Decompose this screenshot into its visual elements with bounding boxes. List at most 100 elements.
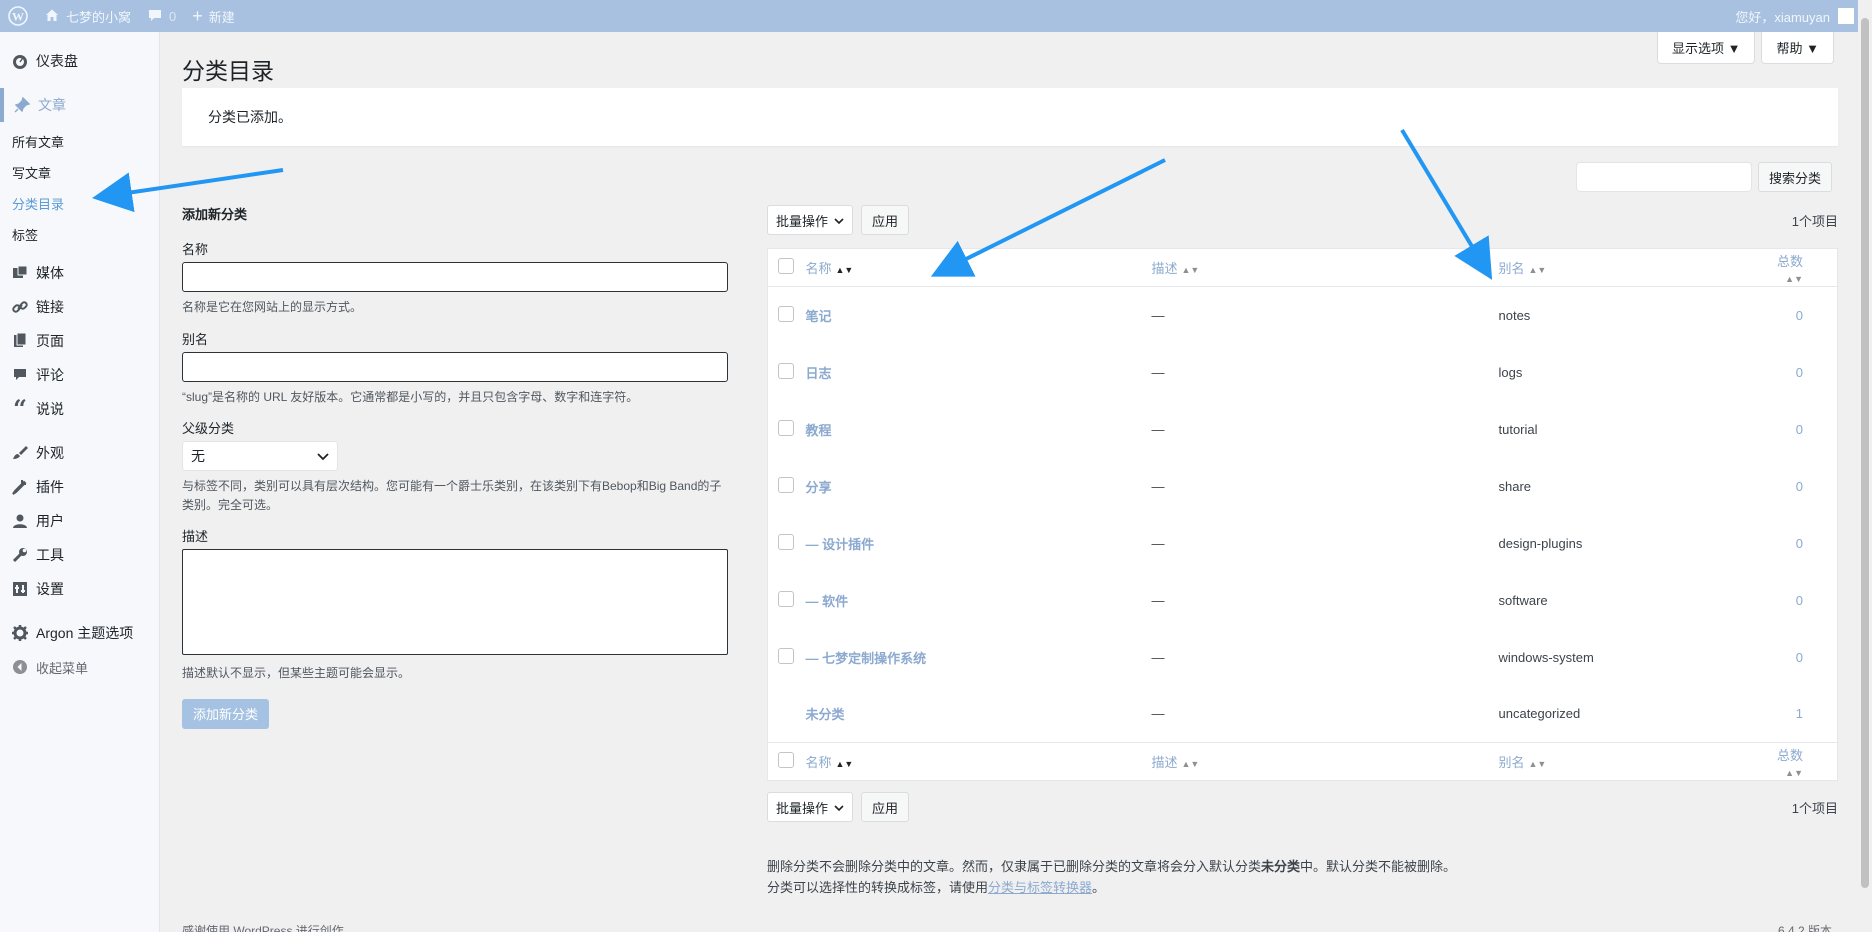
select-all-checkbox[interactable] xyxy=(778,258,794,274)
sidebar-item-comments[interactable]: 评论 xyxy=(0,358,159,392)
bulk-actions-select[interactable]: 批量操作 xyxy=(767,792,854,822)
page-scrollbar[interactable] xyxy=(1858,0,1872,932)
row-checkbox-cell xyxy=(768,572,806,629)
row-checkbox[interactable] xyxy=(778,647,794,664)
category-name-link[interactable]: 日志 xyxy=(806,366,832,381)
category-name-link[interactable]: 笔记 xyxy=(806,309,832,324)
apply-button[interactable]: 应用 xyxy=(861,792,910,822)
category-name-link[interactable]: 分享 xyxy=(806,480,832,495)
new-content-link[interactable]: + 新建 xyxy=(184,0,243,32)
row-checkbox[interactable] xyxy=(778,305,794,322)
row-checkbox[interactable] xyxy=(778,590,794,607)
name-hint: 名称是它在您网站上的显示方式。 xyxy=(182,300,363,314)
category-name-link[interactable]: — 七梦定制操作系统 xyxy=(806,651,927,666)
description-label: 描述 xyxy=(182,529,209,545)
sort-icon: ▲▼ xyxy=(835,265,854,275)
cell-count[interactable]: 0 xyxy=(1769,344,1838,401)
sidebar-item-argon-options[interactable]: Argon 主题选项 xyxy=(0,616,159,650)
sidebar-item-label: 页面 xyxy=(36,333,64,349)
select-all-checkbox[interactable] xyxy=(778,752,794,768)
category-name-link[interactable]: — 设计插件 xyxy=(806,537,875,552)
category-name-link[interactable]: 教程 xyxy=(806,423,832,438)
table-footer-row: 名称 ▲▼ 描述 ▲▼ 别名 ▲▼ 总数▲▼ xyxy=(767,742,1838,781)
submenu-write-post[interactable]: 写文章 xyxy=(0,157,159,188)
footnote-text: 分类可以选择性的转换成标签，请使用 xyxy=(767,879,989,895)
submenu-categories[interactable]: 分类目录 xyxy=(0,188,159,219)
sidebar-item-links[interactable]: 链接 xyxy=(0,290,159,324)
search-input[interactable] xyxy=(1575,162,1752,192)
column-header-name[interactable]: 名称 ▲▼ xyxy=(805,248,1152,287)
apply-button[interactable]: 应用 xyxy=(861,205,910,235)
sidebar-item-tools[interactable]: 工具 xyxy=(0,538,159,572)
submenu-tags[interactable]: 标签 xyxy=(0,219,159,250)
column-header-description[interactable]: 描述 ▲▼ xyxy=(1151,248,1499,287)
home-icon xyxy=(44,7,60,26)
cell-name: — 设计插件 xyxy=(806,515,1152,572)
cell-name: 日志 xyxy=(806,344,1152,401)
slug-input[interactable] xyxy=(182,351,728,382)
sidebar-item-pages[interactable]: 页面 xyxy=(0,324,159,358)
row-checkbox[interactable] xyxy=(778,419,794,436)
cell-count[interactable]: 1 xyxy=(1769,686,1838,743)
collapse-menu-button[interactable]: 收起菜单 xyxy=(0,650,159,684)
footnote-text: 。 xyxy=(1092,879,1106,895)
sidebar-item-posts[interactable]: 文章 xyxy=(0,88,159,122)
sidebar-item-plugins[interactable]: 插件 xyxy=(0,470,159,504)
sidebar-item-users[interactable]: 用户 xyxy=(0,504,159,538)
cell-name: 笔记 xyxy=(806,287,1152,344)
converter-link[interactable]: 分类与标签转换器 xyxy=(988,880,1092,895)
sidebar-item-settings[interactable]: 设置 xyxy=(0,572,159,606)
form-footnote: 删除分类不会删除分类中的文章。然而，仅隶属于已删除分类的文章将会分入默认分类未分… xyxy=(767,857,1838,899)
column-header-slug[interactable]: 别名 ▲▼ xyxy=(1498,248,1769,287)
column-footer-slug[interactable]: 别名 ▲▼ xyxy=(1498,742,1769,781)
help-button[interactable]: 帮助 ▼ xyxy=(1761,32,1834,64)
success-notice: 分类已添加。 xyxy=(182,88,1838,146)
scrollbar-thumb[interactable] xyxy=(1861,18,1869,888)
category-name-link[interactable]: 未分类 xyxy=(806,707,845,722)
description-textarea[interactable] xyxy=(182,549,728,656)
cell-count[interactable]: 0 xyxy=(1769,458,1838,515)
cell-count[interactable]: 0 xyxy=(1769,287,1838,344)
search-categories-button[interactable]: 搜索分类 xyxy=(1757,162,1832,192)
column-desc-label: 描述 xyxy=(1151,261,1178,276)
column-footer-count[interactable]: 总数 ▲▼ xyxy=(1768,742,1838,781)
dashboard-icon xyxy=(10,51,30,71)
row-checkbox[interactable] xyxy=(778,362,794,379)
cell-slug: design-plugins xyxy=(1498,535,1583,551)
submenu-all-posts[interactable]: 所有文章 xyxy=(0,126,159,157)
main-content: 分类目录 显示选项 ▼ 帮助 ▼ 分类已添加。 搜索分类 添加新分类 名称 名称… xyxy=(182,32,1872,932)
sidebar-item-media[interactable]: 媒体 xyxy=(0,256,159,290)
column-footer-description[interactable]: 描述 ▲▼ xyxy=(1151,742,1499,781)
wordpress-logo-icon[interactable]: W xyxy=(0,0,36,32)
table-row: 笔记 — notes 0 xyxy=(768,287,1838,344)
account-greeting[interactable]: 您好，xiamuyan xyxy=(1735,0,1830,32)
column-count-label: 总数 xyxy=(1776,253,1803,269)
row-checkbox[interactable] xyxy=(778,476,794,493)
cell-count[interactable]: 0 xyxy=(1769,572,1838,629)
sidebar-item-shuoshuo[interactable]: “ 说说 xyxy=(0,392,159,426)
column-slug-label: 别名 xyxy=(1498,261,1525,276)
name-input[interactable] xyxy=(182,262,728,292)
description-field-group: 描述 描述默认不显示，但某些主题可能会显示。 xyxy=(182,526,730,683)
column-count-label: 总数 xyxy=(1776,747,1803,763)
cell-count[interactable]: 0 xyxy=(1769,401,1838,458)
column-header-count[interactable]: 总数 ▲▼ xyxy=(1768,248,1838,287)
add-category-button[interactable]: 添加新分类 xyxy=(182,698,270,729)
row-checkbox-cell xyxy=(768,515,806,572)
cell-slug: uncategorized xyxy=(1498,706,1581,722)
bulk-actions-select[interactable]: 批量操作 xyxy=(767,205,854,235)
sidebar-item-dashboard[interactable]: 仪表盘 xyxy=(0,44,159,78)
column-desc-label: 描述 xyxy=(1151,755,1178,770)
sidebar-item-label: 用户 xyxy=(36,513,64,529)
avatar[interactable] xyxy=(1838,8,1854,24)
screen-options-button[interactable]: 显示选项 ▼ xyxy=(1656,32,1756,64)
sidebar-item-appearance[interactable]: 外观 xyxy=(0,436,159,470)
category-name-link[interactable]: — 软件 xyxy=(806,594,849,609)
parent-select[interactable]: 无 xyxy=(182,441,338,472)
comments-link[interactable]: 0 xyxy=(139,0,184,32)
site-name-link[interactable]: 七梦的小窝 xyxy=(36,0,139,32)
cell-count[interactable]: 0 xyxy=(1769,629,1838,686)
column-footer-name[interactable]: 名称 ▲▼ xyxy=(805,742,1152,781)
row-checkbox[interactable] xyxy=(778,533,794,550)
cell-count[interactable]: 0 xyxy=(1769,515,1838,572)
